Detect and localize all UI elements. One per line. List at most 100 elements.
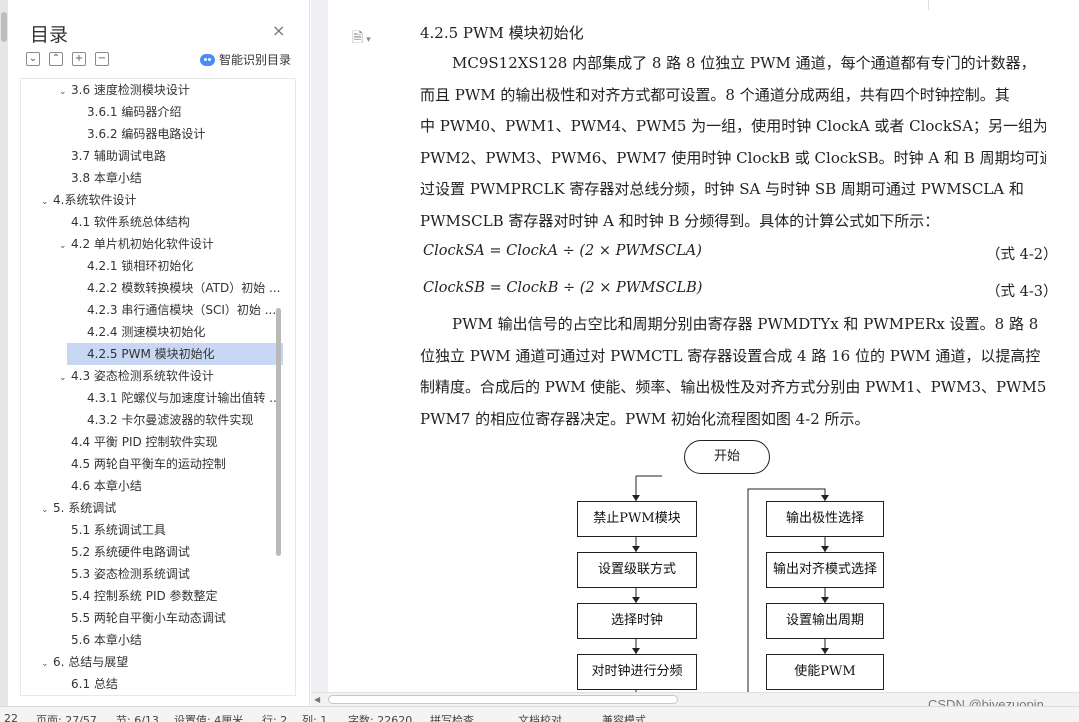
toc-item[interactable]: 4.2.4 测速模块初始化 (21, 321, 283, 343)
toc-item[interactable]: 4.2.1 锁相环初始化 (21, 255, 283, 277)
paragraph-line: 而且 PWM 的输出极性和对齐方式都可设置。8 个通道分成两组，共有四个时钟控制… (420, 85, 1010, 104)
toc-item-label: 3.6.1 编码器介绍 (87, 105, 182, 119)
flow-start: 开始 (684, 440, 770, 474)
toc-item[interactable]: 4.6 本章小结 (21, 475, 283, 497)
toc-item-label: 6.1 总结 (71, 677, 118, 691)
chevron-down-icon[interactable]: ⌄ (41, 653, 53, 673)
status-section[interactable]: 节: 6/13 (116, 712, 159, 722)
status-setting[interactable]: 设置值: 4厘米 (174, 712, 243, 722)
toc-item[interactable]: ⌄ 6. 总结与展望 (21, 651, 283, 673)
toc-list: ⌄ 3.6 速度检测模块设计 3.6.1 编码器介绍 3.6.2 编码器电路设计 3.7… (20, 78, 296, 696)
outer-scrollbar[interactable] (0, 0, 8, 706)
paragraph-line: PWM 输出信号的占空比和周期分别由寄存器 PWMDTYx 和 PWMPERx … (452, 315, 1039, 333)
toc-item-label: 4.2.4 测速模块初始化 (87, 325, 206, 339)
expand-all-button[interactable]: ⌃ (49, 52, 63, 66)
toc-item[interactable]: 5.6 本章小结 (21, 629, 283, 651)
toc-item[interactable]: 4.5 两轮自平衡车的运动控制 (21, 453, 283, 475)
toc-item[interactable]: 4.2.3 串行通信模块（SCI）初始 ... (21, 299, 283, 321)
paragraph-line: 位独立 PWM 通道可通过对 PWMCTL 寄存器设置合成 4 路 16 位的 … (420, 346, 1041, 365)
toc-item-label: 4.4 平衡 PID 控制软件实现 (71, 435, 218, 449)
compat-mode-label: 兼容模式 (602, 714, 646, 722)
toc-scrollbar-thumb[interactable] (276, 308, 281, 556)
status-page[interactable]: 页面: 27/57 (36, 712, 97, 722)
proofread-button[interactable]: 文档校对 (518, 712, 562, 722)
toc-item[interactable]: ⌄ 4.3 姿态检测系统软件设计 (21, 365, 283, 387)
toc-item-label: 4.2.1 锁相环初始化 (87, 259, 194, 273)
toc-item-label: 4.6 本章小结 (71, 479, 142, 493)
toc-item[interactable]: 4.1 软件系统总体结构 (21, 211, 283, 233)
toc-item[interactable]: 5.3 姿态检测系统调试 (21, 563, 283, 585)
outer-scrollbar-thumb[interactable] (1, 12, 7, 42)
flow-step-select-clock: 选择时钟 (577, 603, 697, 639)
horizontal-scrollbar-thumb[interactable] (328, 695, 678, 704)
chevron-down-icon[interactable]: ⌄ (41, 191, 53, 211)
toc-item-label: 4.2.3 串行通信模块（SCI）初始 ... (87, 303, 277, 317)
toc-item-label: 5.2 系统硬件电路调试 (71, 545, 190, 559)
toc-item[interactable]: 3.6.1 编码器介绍 (21, 101, 283, 123)
paragraph-2: PWM 输出信号的占空比和周期分别由寄存器 PWMDTYx 和 PWMPERx … (420, 309, 1046, 435)
toc-item[interactable]: 5.1 系统调试工具 (21, 519, 283, 541)
toc-item[interactable]: 5.5 两轮自平衡小车动态调试 (21, 607, 283, 629)
toc-item-label: 5.3 姿态检测系统调试 (71, 567, 190, 581)
document-page: 🗎 ▾ 4.2.5 PWM 模块初始化 MC9S12XS128 内部集成了 8 路… (328, 0, 1079, 692)
chevron-down-icon[interactable]: ⌄ (41, 499, 53, 519)
collapse-all-button[interactable]: ⌄ (26, 52, 40, 66)
flow-step-cascade: 设置级联方式 (577, 552, 697, 588)
toc-item[interactable]: 4.4 平衡 PID 控制软件实现 (21, 431, 283, 453)
add-heading-button[interactable]: + (72, 52, 86, 66)
chevron-down-icon[interactable]: ⌄ (59, 367, 71, 387)
paragraph-line: MC9S12XS128 内部集成了 8 路 8 位独立 PWM 通道，每个通道都… (452, 54, 1036, 72)
equation-number-2: （式 4-3） (986, 284, 1058, 300)
flow-step-alignment: 输出对齐模式选择 (766, 552, 884, 588)
paragraph-line: PWMSCLB 寄存器对时钟 A 和时钟 B 分频得到。具体的计算公式如下所示： (420, 211, 940, 230)
toc-item-label: 4.系统软件设计 (53, 193, 137, 207)
section-heading: 4.2.5 PWM 模块初始化 (420, 24, 584, 42)
status-col: 列: 1 (302, 714, 328, 722)
ai-toc-button[interactable]: 智能识别目录 (200, 51, 291, 68)
toc-item[interactable]: 3.6.2 编码器电路设计 (21, 123, 283, 145)
toc-item-label: 5.4 控制系统 PID 参数整定 (71, 589, 218, 603)
toc-item[interactable]: ⌄ 5. 系统调试 (21, 497, 283, 519)
toc-item[interactable]: ⌄ 4.系统软件设计 (21, 189, 283, 211)
chevron-down-icon[interactable]: ⌄ (59, 81, 71, 101)
flow-step-period: 设置输出周期 (766, 603, 884, 639)
chevron-down-icon: ▾ (366, 35, 371, 45)
equation-number-1: （式 4-2） (986, 247, 1058, 263)
toc-item-label: 3.6 速度检测模块设计 (71, 83, 190, 97)
toc-item-label: 4.1 软件系统总体结构 (71, 215, 190, 229)
toc-item[interactable]: 4.3.2 卡尔曼滤波器的软件实现 (21, 409, 283, 431)
toc-item[interactable]: ⌄ 3.6 速度检测模块设计 (21, 79, 283, 101)
toc-item-label: 4.2 单片机初始化软件设计 (71, 237, 214, 251)
toc-item-label: 4.3 姿态检测系统软件设计 (71, 369, 214, 383)
close-icon[interactable]: × (272, 21, 285, 40)
toc-item[interactable]: 6.1 总结 (21, 673, 283, 695)
toc-item[interactable]: 4.2.2 模数转换模块（ATD）初始 ... (21, 277, 283, 299)
toc-item-label: 4.3.1 陀螺仪与加速度计输出值转 ... (87, 391, 281, 405)
chevron-down-icon[interactable]: ⌄ (59, 235, 71, 255)
toc-item[interactable]: 5.2 系统硬件电路调试 (21, 541, 283, 563)
page-document-icon[interactable]: 🗎 ▾ (352, 27, 371, 51)
status-word-count[interactable]: 字数: 22620 (348, 712, 412, 722)
page-corner-mark (928, 0, 1079, 10)
chat-bubble-icon (200, 53, 215, 66)
spell-check-button[interactable]: 拼写检查 (430, 712, 474, 722)
paragraph-1: MC9S12XS128 内部集成了 8 路 8 位独立 PWM 通道，每个通道都… (420, 48, 1046, 237)
toc-item[interactable]: 3.8 本章小结 (21, 167, 283, 189)
paragraph-line: 过设置 PWMPRCLK 寄存器对总线分频，时钟 SA 与时钟 SB 周期可通过… (420, 180, 1024, 198)
toc-item-label: 6. 总结与展望 (53, 655, 129, 669)
toc-item[interactable]: ⌄ 4.2 单片机初始化软件设计 (21, 233, 283, 255)
flow-step-polarity: 输出极性选择 (766, 501, 884, 537)
toc-item-label: 5. 系统调试 (53, 501, 117, 515)
remove-heading-button[interactable]: − (95, 52, 109, 66)
toc-item[interactable]: 5.4 控制系统 PID 参数整定 (21, 585, 283, 607)
paragraph-line: PWM7 的相应位寄存器决定。PWM 初始化流程图如图 4-2 所示。 (420, 409, 870, 428)
toc-item[interactable]: 4.2.5 PWM 模块初始化 (67, 343, 283, 365)
flow-step-divide-clock: 对时钟进行分频 (577, 654, 697, 690)
document-area: 🗎 ▾ 4.2.5 PWM 模块初始化 MC9S12XS128 内部集成了 8 路… (311, 0, 1079, 692)
toc-item-label: 4.5 两轮自平衡车的运动控制 (71, 457, 226, 471)
formula-clocksa: ClockSA = ClockA ÷ (2 × PWMSCLA) (423, 243, 702, 259)
toc-item[interactable]: 3.7 辅助调试电路 (21, 145, 283, 167)
scroll-left-icon[interactable]: ◀ (314, 695, 320, 704)
toc-item[interactable]: 4.3.1 陀螺仪与加速度计输出值转 ... (21, 387, 283, 409)
flow-step-enable-pwm: 使能PWM (766, 654, 884, 690)
